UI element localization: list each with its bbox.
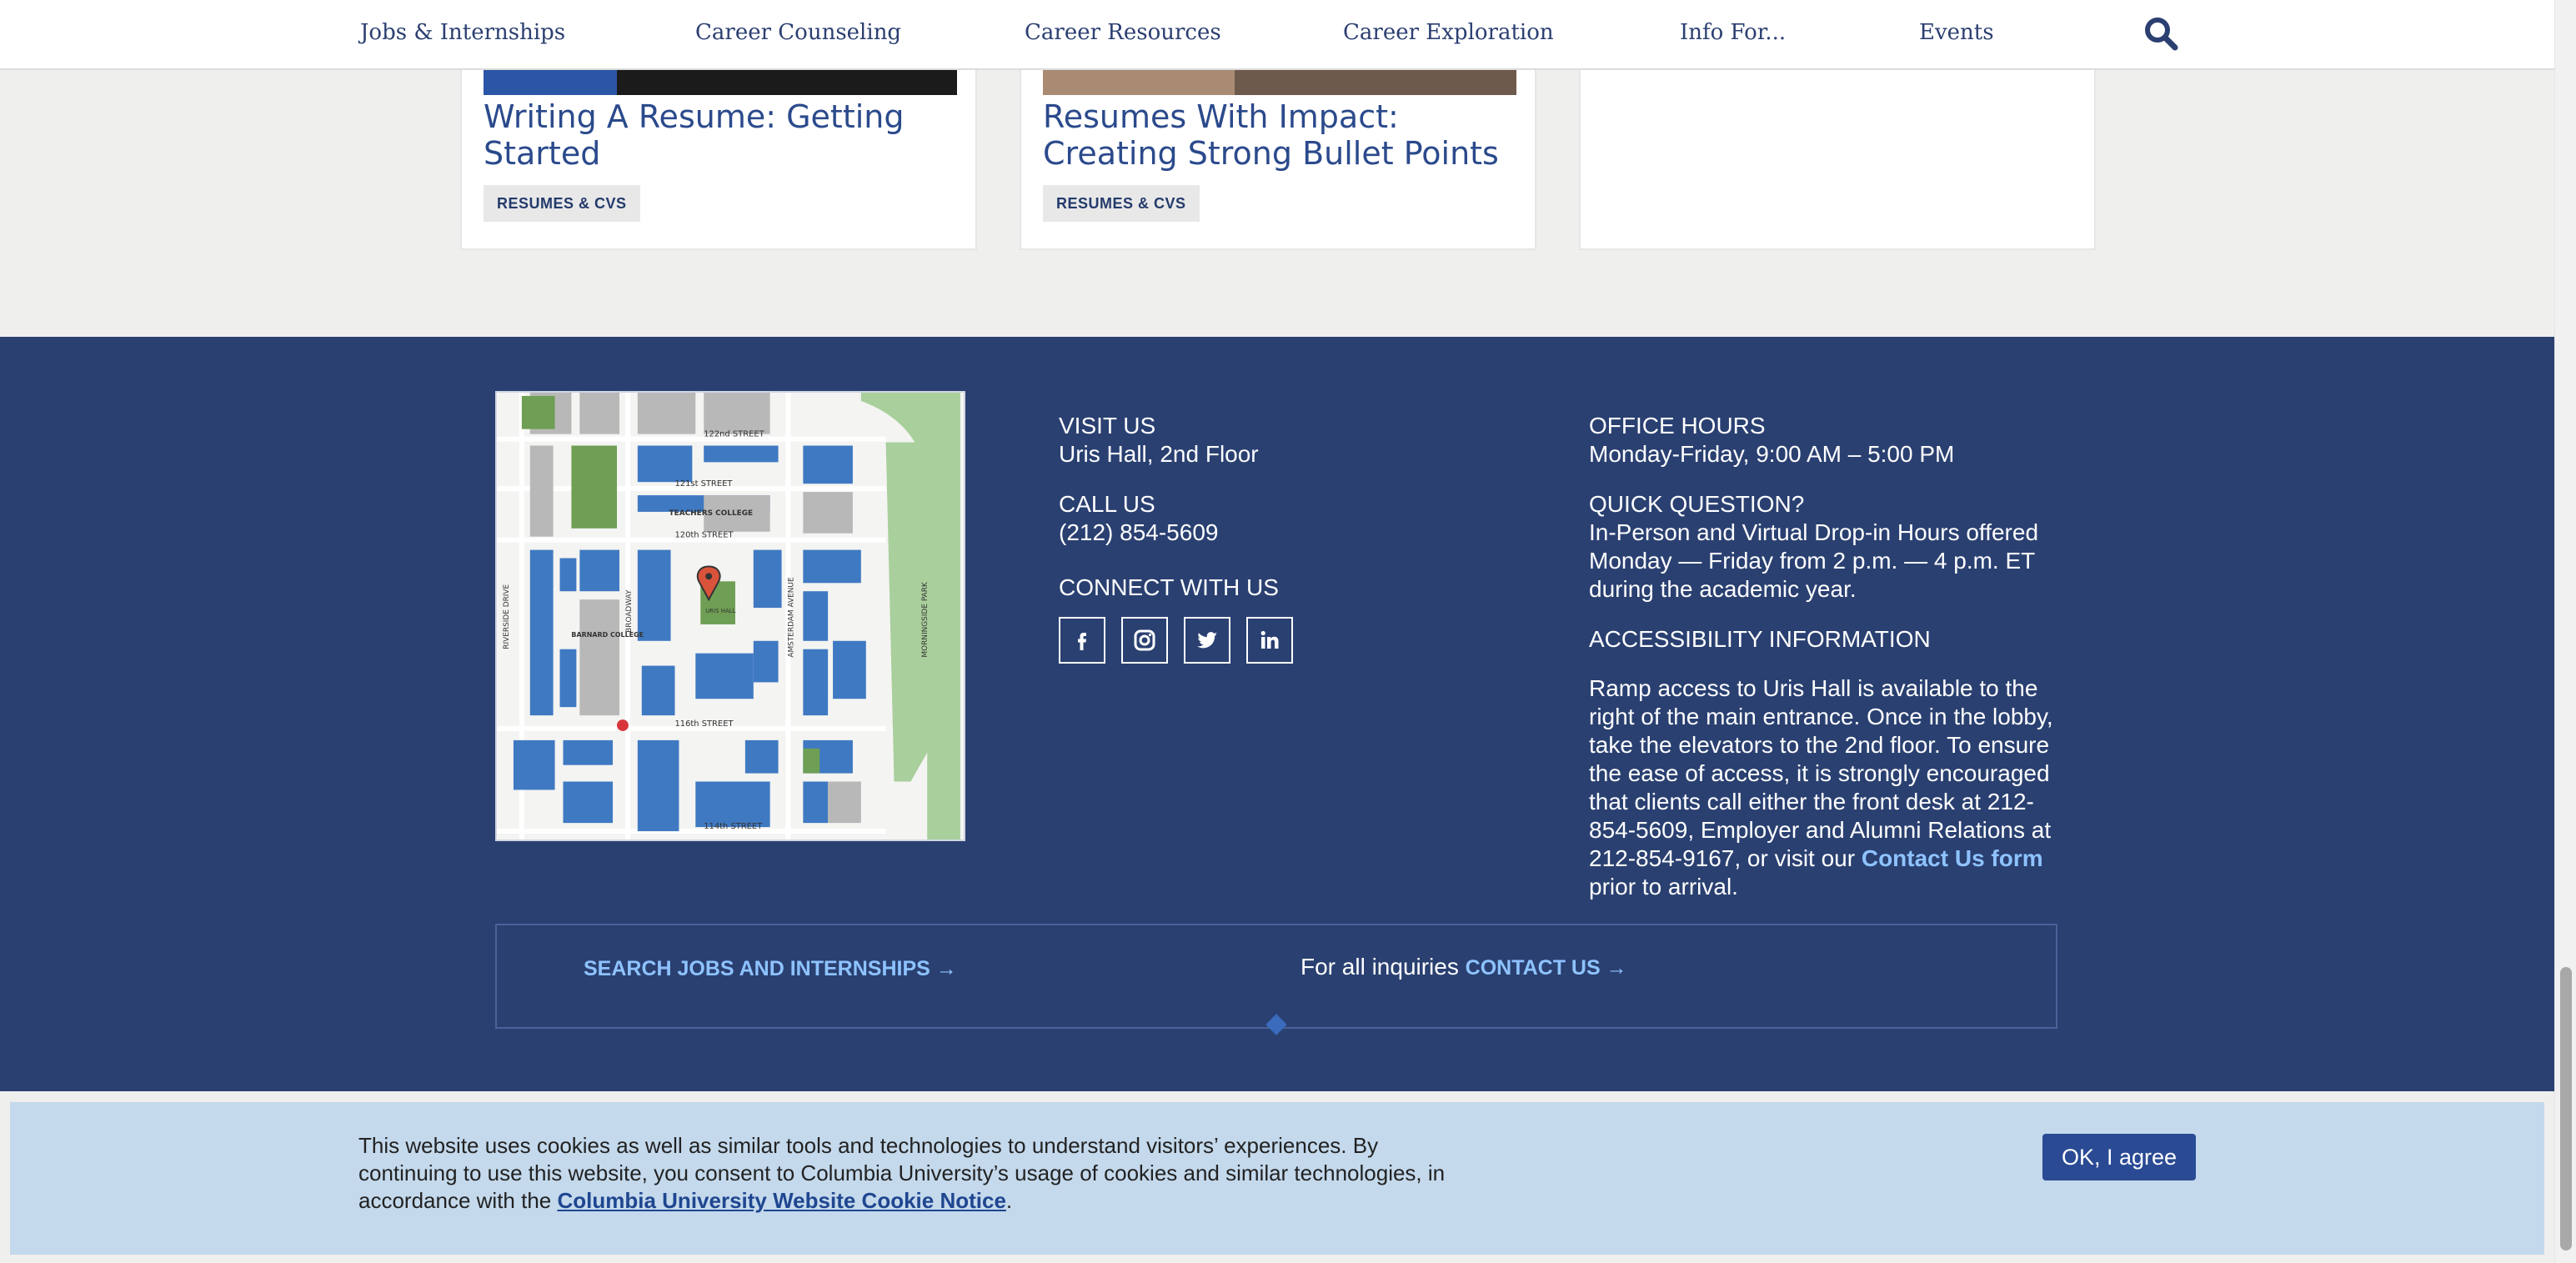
contact-us-link[interactable]: CONTACT US →: [1466, 956, 1627, 980]
cookie-notice-link[interactable]: Columbia University Website Cookie Notic…: [557, 1188, 1005, 1213]
map-label: 122nd STREET: [704, 430, 764, 439]
nav-jobs-internships[interactable]: Jobs & Internships: [360, 20, 565, 45]
cookie-banner: This website uses cookies as well as sim…: [10, 1102, 2544, 1255]
call-phone[interactable]: (212) 854-5609: [1059, 519, 1218, 547]
map-label: URIS HALL: [705, 608, 735, 614]
quick-question-heading: QUICK QUESTION?: [1589, 491, 1805, 517]
card-image[interactable]: [484, 70, 957, 95]
map-label: AMSTERDAM AVENUE: [787, 577, 795, 658]
inquiries-text: For all inquiries CONTACT US →: [1301, 954, 1627, 980]
card-tag[interactable]: RESUMES & CVS: [1043, 185, 1200, 222]
nav-career-counseling[interactable]: Career Counseling: [695, 20, 901, 45]
twitter-icon[interactable]: [1184, 617, 1230, 664]
map-label: 121st STREET: [674, 479, 733, 489]
visit-heading: VISIT US: [1059, 413, 1156, 439]
map-label: RIVERSIDE DRIVE: [503, 584, 511, 649]
card-title[interactable]: Writing A Resume: Getting Started: [484, 98, 967, 172]
instagram-icon[interactable]: [1121, 617, 1168, 664]
cta-bar: SEARCH JOBS AND INTERNSHIPS → For all in…: [495, 924, 2057, 1029]
campus-map[interactable]: 122nd STREET 121st STREET 120th STREET 1…: [495, 391, 965, 841]
map-label: 120th STREET: [674, 531, 734, 540]
search-jobs-link[interactable]: SEARCH JOBS AND INTERNSHIPS →: [584, 957, 957, 981]
search-icon[interactable]: [2142, 15, 2179, 52]
resource-card[interactable]: Writing A Resume: Getting Started RESUME…: [460, 50, 977, 250]
accessibility-text: Ramp access to Uris Hall is available to…: [1589, 674, 2056, 901]
accessibility-body: Ramp access to Uris Hall is available to…: [1589, 675, 2053, 871]
resource-card[interactable]: Resumes With Impact: Creating Strong Bul…: [1020, 50, 1536, 250]
facebook-icon[interactable]: [1059, 617, 1105, 664]
visit-address: Uris Hall, 2nd Floor: [1059, 441, 1259, 467]
agree-button[interactable]: OK, I agree: [2042, 1134, 2196, 1180]
scrollbar-thumb[interactable]: [2560, 967, 2572, 1250]
top-navigation: Jobs & Internships Career Counseling Car…: [0, 0, 2554, 70]
accessibility-tail: prior to arrival.: [1589, 874, 1738, 900]
map-label: BROADWAY: [625, 589, 634, 633]
nav-info-for[interactable]: Info For...: [1680, 20, 1786, 45]
card-tag[interactable]: RESUMES & CVS: [484, 185, 640, 222]
nav-career-resources[interactable]: Career Resources: [1025, 20, 1221, 45]
connect-heading: CONNECT WITH US: [1059, 574, 1279, 600]
nav-career-exploration[interactable]: Career Exploration: [1343, 20, 1554, 45]
map-label: MORNINGSIDE PARK: [921, 581, 930, 658]
linkedin-icon[interactable]: [1246, 617, 1293, 664]
resource-card-empty: [1579, 50, 2096, 250]
quick-question-text: In-Person and Virtual Drop-in Hours offe…: [1589, 519, 2039, 602]
map-label: TEACHERS COLLEGE: [669, 509, 754, 518]
map-label: 116th STREET: [674, 719, 734, 729]
office-hours-heading: OFFICE HOURS: [1589, 413, 1766, 439]
call-heading: CALL US: [1059, 491, 1155, 517]
map-label: 114th STREET: [704, 822, 763, 831]
accessibility-heading: ACCESSIBILITY INFORMATION: [1589, 626, 1931, 652]
page-scrollbar[interactable]: [2554, 0, 2576, 1263]
card-title[interactable]: Resumes With Impact: Creating Strong Bul…: [1043, 98, 1526, 172]
nav-events[interactable]: Events: [1919, 20, 1994, 45]
card-image[interactable]: [1043, 70, 1516, 95]
inquiries-label: For all inquiries: [1301, 954, 1459, 980]
contact-us-form-link[interactable]: Contact Us form: [1862, 845, 2043, 871]
site-footer: 122nd STREET 121st STREET 120th STREET 1…: [0, 337, 2554, 1091]
cookie-tail: .: [1005, 1188, 1013, 1213]
office-hours-text: Monday-Friday, 9:00 AM – 5:00 PM: [1589, 441, 1955, 467]
cookie-message: This website uses cookies as well as sim…: [358, 1132, 1476, 1215]
